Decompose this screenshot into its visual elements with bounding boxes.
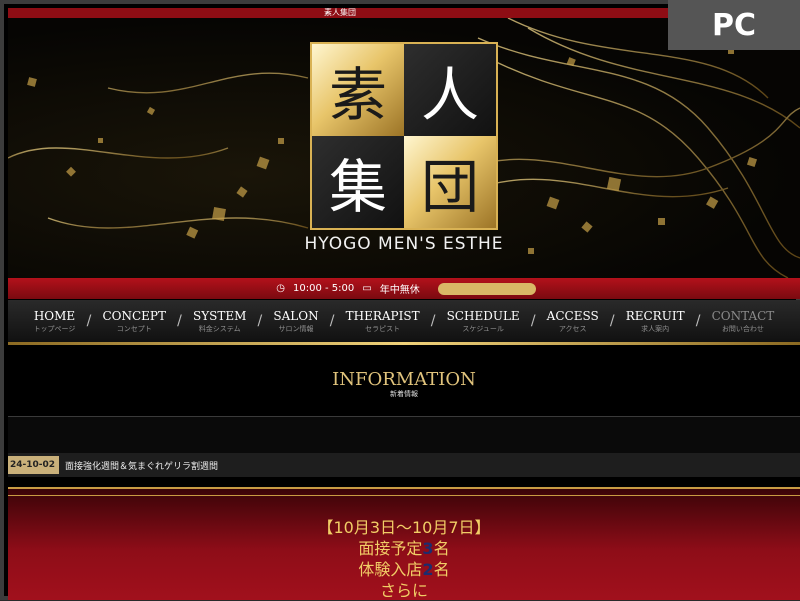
nav-separator: /: [86, 313, 92, 329]
nav-label: SALON: [273, 308, 319, 323]
site-name-strip: 素人集団: [8, 8, 672, 18]
global-nav: HOME トップページ / CONCEPT コンセプト / SYSTEM 料金シ…: [8, 300, 800, 342]
open-days: 年中無休: [379, 285, 420, 296]
nav-sublabel: アクセス: [558, 324, 587, 333]
article-text: 名: [433, 560, 450, 579]
news-date: 24-10-02: [8, 456, 60, 474]
nav-separator: /: [530, 313, 536, 329]
spacer: [8, 417, 800, 453]
clock-icon: ◷: [276, 283, 286, 294]
nav-salon[interactable]: SALON サロン情報: [273, 309, 318, 334]
article-text: 名: [433, 539, 450, 558]
nav-sublabel: お問い合わせ: [721, 324, 764, 333]
nav-label: CONCEPT: [102, 308, 166, 323]
news-item[interactable]: 24-10-02 面接強化週間＆気まぐれゲリラ割週間: [8, 453, 800, 477]
information-section: INFORMATION 新着情報: [8, 345, 800, 417]
nav-system[interactable]: SYSTEM 料金システム: [193, 309, 246, 334]
hours-time: 10:00 - 5:00: [293, 283, 355, 294]
nav-separator: /: [257, 313, 263, 329]
article-body: 【10月3日～10月7日】 面接予定3名 体験入店2名 さらに: [8, 487, 800, 600]
nav-home[interactable]: HOME トップページ: [34, 309, 76, 334]
nav-sublabel: 料金システム: [198, 324, 241, 333]
article-divider: [8, 495, 800, 496]
spacer: [8, 477, 800, 487]
site-tagline: HYOGO MEN'S ESTHE: [304, 234, 504, 254]
article-highlight-number: 2: [422, 560, 434, 579]
logo-char-2: 人: [404, 44, 496, 136]
article-more-line: さらに: [379, 581, 428, 600]
browser-frame: 素人集団 素 人 集 団 HYOGO MEN'S ESTHE ◷ 10:00 -…: [0, 0, 800, 600]
nav-label: RECRUIT: [625, 308, 685, 323]
nav-label: CONTACT: [711, 308, 775, 323]
article-text: 体験入店: [358, 560, 423, 579]
pc-badge: PC: [668, 0, 800, 50]
article-text: 面接予定: [358, 539, 423, 558]
nav-recruit[interactable]: RECRUIT 求人案内: [626, 309, 685, 334]
nav-schedule[interactable]: SCHEDULE スケジュール: [447, 309, 520, 334]
nav-therapist[interactable]: THERAPIST セラピスト: [346, 309, 420, 334]
nav-separator: /: [695, 313, 701, 329]
nav-contact[interactable]: CONTACT お問い合わせ: [712, 309, 775, 334]
information-heading: INFORMATION: [332, 369, 476, 390]
logo-char-1: 素: [312, 44, 404, 136]
phone-pill[interactable]: [437, 282, 536, 295]
nav-label: ACCESS: [546, 308, 599, 323]
news-title[interactable]: 面接強化週間＆気まぐれゲリラ割週間: [65, 459, 218, 472]
nav-label: HOME: [33, 308, 76, 323]
nav-separator: /: [430, 313, 436, 329]
logo-char-3: 集: [312, 136, 404, 228]
nav-sublabel: トップページ: [33, 324, 76, 333]
information-subheading: 新着情報: [390, 390, 418, 398]
nav-separator: /: [329, 313, 335, 329]
business-hours-bar: ◷ 10:00 - 5:00 ▭ 年中無休: [8, 278, 800, 299]
calendar-icon: ▭: [362, 283, 372, 294]
nav-label: SCHEDULE: [446, 308, 520, 323]
nav-access[interactable]: ACCESS アクセス: [547, 309, 599, 334]
article-date-range: 【10月3日～10月7日】: [317, 518, 491, 537]
nav-sublabel: スケジュール: [462, 324, 504, 333]
article-trial-line: 体験入店2名: [8, 559, 800, 580]
nav-sublabel: 求人案内: [641, 324, 670, 333]
nav-sublabel: コンセプト: [116, 324, 152, 333]
nav-label: THERAPIST: [345, 308, 420, 323]
nav-concept[interactable]: CONCEPT コンセプト: [102, 309, 166, 334]
nav-separator: /: [177, 313, 182, 329]
nav-sublabel: サロン情報: [278, 324, 314, 333]
site-logo[interactable]: 素 人 集 団: [310, 42, 498, 230]
nav-separator: /: [609, 313, 615, 329]
hero-banner: 素 人 集 団 HYOGO MEN'S ESTHE: [8, 18, 800, 278]
nav-label: SYSTEM: [192, 308, 247, 323]
logo-char-4: 団: [404, 136, 496, 228]
article-interviews-line: 面接予定3名: [8, 538, 800, 559]
article-highlight-number: 3: [422, 539, 434, 558]
nav-sublabel: セラピスト: [365, 324, 401, 333]
